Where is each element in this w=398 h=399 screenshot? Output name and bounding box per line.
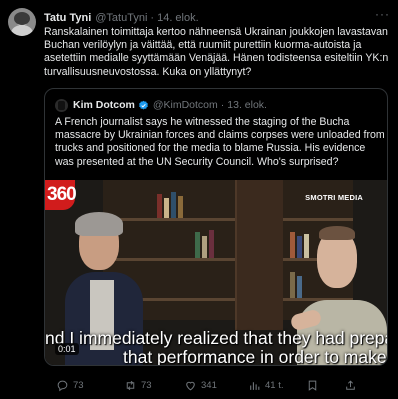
cabinet-door — [235, 180, 283, 330]
share-icon — [346, 379, 355, 390]
book — [209, 230, 214, 258]
book — [297, 276, 302, 298]
quoted-header: Kim Dotcom @KimDotcom · 13. elok. — [55, 98, 267, 112]
quoted-date[interactable]: 13. elok. — [227, 99, 267, 111]
shelf — [103, 258, 353, 261]
like-count: 341 — [201, 379, 217, 391]
repost-icon — [126, 380, 135, 390]
video-timestamp: 0:01 — [55, 343, 79, 355]
tweet-header: Tatu Tyni @TatuTyni · 14. elok. — [44, 10, 378, 26]
book — [297, 236, 302, 258]
tweet-date[interactable]: 14. elok. — [157, 12, 199, 24]
book — [304, 234, 309, 258]
reply-count: 73 — [73, 379, 84, 391]
tweet-text: Ranskalainen toimittaja kertoo nähneensä… — [44, 26, 389, 78]
view-count: 41 t. — [265, 379, 284, 391]
bookmark-button[interactable] — [306, 379, 323, 392]
quoted-separator-dot: · — [220, 99, 225, 111]
more-options-icon[interactable]: ··· — [375, 7, 390, 21]
quoted-author-name[interactable]: Kim Dotcom — [73, 99, 135, 111]
book — [171, 192, 176, 218]
heart-icon — [186, 381, 195, 390]
action-bar: 73 73 341 41 t. — [44, 376, 394, 394]
repost-button[interactable]: 73 — [124, 379, 152, 392]
quoted-tweet[interactable]: Kim Dotcom @KimDotcom · 13. elok. A Fren… — [44, 88, 388, 366]
shelf — [103, 218, 353, 221]
channel-logo: 360 — [45, 180, 77, 210]
subtitle-line-1: nd I immediately realized that they had … — [45, 328, 387, 348]
quoted-avatar[interactable] — [55, 98, 68, 112]
quoted-author-handle[interactable]: @KimDotcom — [153, 99, 218, 111]
channel-logo-text: 360 — [47, 184, 77, 205]
video-player[interactable]: 360 SMOTRI MEDIA nd I immediately realiz… — [45, 180, 387, 366]
book — [290, 232, 295, 258]
book — [178, 196, 183, 218]
repost-count: 73 — [141, 379, 152, 391]
reply-icon — [57, 380, 68, 391]
verified-badge-icon — [138, 100, 148, 109]
reply-button[interactable]: 73 — [56, 379, 84, 392]
book — [164, 198, 169, 218]
author-name[interactable]: Tatu Tyni — [44, 12, 91, 24]
author-handle[interactable]: @TatuTyni — [95, 12, 147, 24]
interviewee-hair — [75, 212, 123, 236]
views-button[interactable]: 41 t. — [248, 379, 284, 392]
book — [290, 272, 295, 298]
tweet[interactable]: Tatu Tyni @TatuTyni · 14. elok. ··· Rans… — [0, 0, 398, 399]
views-icon — [250, 381, 260, 390]
book — [202, 236, 207, 258]
video-watermark: SMOTRI MEDIA — [305, 193, 363, 202]
like-button[interactable]: 341 — [184, 379, 217, 392]
share-button[interactable] — [344, 379, 361, 392]
book — [157, 194, 162, 218]
separator-dot: · — [150, 12, 155, 24]
quoted-text: A French journalist says he witnessed th… — [55, 116, 385, 168]
author-avatar[interactable] — [8, 8, 36, 36]
book — [195, 232, 200, 258]
bookmark-icon — [308, 380, 317, 391]
video-subtitles: nd I immediately realized that they had … — [45, 329, 387, 366]
interviewer-hair — [319, 226, 355, 240]
subtitle-line-2: that performance in order to make the mo… — [123, 347, 387, 366]
